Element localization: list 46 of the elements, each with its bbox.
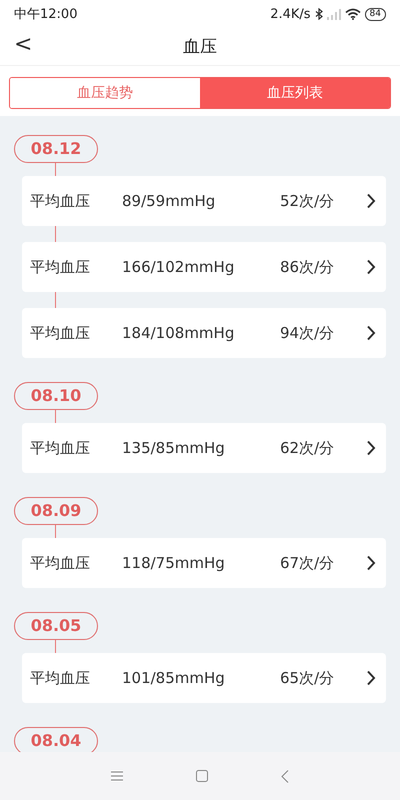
record-card[interactable]: 平均血压 184/108mmHg 94次/分 — [22, 308, 386, 358]
heart-rate: 67次/分 — [280, 554, 336, 572]
battery-indicator: 84 — [364, 8, 386, 20]
date-label: 08.09 — [14, 497, 98, 525]
date-label: 08.04 — [14, 727, 98, 752]
heart-rate: 65次/分 — [280, 668, 336, 688]
page-title: 血压 — [183, 36, 217, 58]
signal-icon — [326, 8, 341, 20]
date-label: 08.10 — [14, 382, 98, 410]
status-time: 中午12:00 — [14, 6, 78, 23]
date-label: 08.05 — [14, 612, 98, 640]
heart-rate: 52次/分 — [280, 192, 336, 210]
menu-icon — [111, 771, 123, 781]
heart-rate: 86次/分 — [280, 258, 336, 276]
record-label: 平均血压 — [30, 258, 91, 276]
record-label: 平均血压 — [30, 668, 91, 688]
pressure-value: 118/75mmHg — [122, 554, 226, 572]
heart-rate: 62次/分 — [280, 438, 336, 458]
chevron-right-icon — [366, 193, 376, 209]
pressure-value: 166/102mmHg — [122, 258, 236, 276]
pressure-value: 101/85mmHg — [122, 669, 226, 687]
back-icon — [281, 770, 289, 782]
heart-rate: 94次/分 — [280, 324, 336, 342]
record-card[interactable]: 平均血压 89/59mmHg 52次/分 — [22, 176, 386, 226]
pressure-value: 89/59mmHg — [122, 192, 216, 210]
record-card[interactable]: 平均血压 118/75mmHg 67次/分 — [22, 538, 386, 588]
chevron-right-icon — [366, 440, 376, 456]
bluetooth-icon — [314, 8, 323, 20]
record-card[interactable]: 平均血压 166/102mmHg 86次/分 — [22, 242, 386, 292]
date-label: 08.12 — [14, 135, 98, 163]
wifi-icon — [344, 8, 361, 20]
record-card[interactable]: 平均血压 101/85mmHg 65次/分 — [22, 653, 386, 703]
pressure-value: 184/108mmHg — [122, 324, 236, 342]
chevron-right-icon — [366, 259, 376, 275]
pressure-value: 135/85mmHg — [122, 439, 226, 457]
record-card[interactable]: 平均血压 135/85mmHg 62次/分 — [22, 423, 386, 473]
back-button[interactable]: < — [10, 32, 36, 57]
record-label: 平均血压 — [30, 192, 91, 210]
chevron-right-icon — [366, 325, 376, 341]
record-label: 平均血压 — [30, 554, 91, 572]
chevron-right-icon — [366, 670, 376, 686]
network-speed: 2.4K/s — [270, 6, 311, 22]
record-label: 平均血压 — [30, 324, 91, 342]
record-label: 平均血压 — [30, 438, 91, 458]
chevron-right-icon — [366, 555, 376, 571]
home-icon — [196, 770, 208, 782]
